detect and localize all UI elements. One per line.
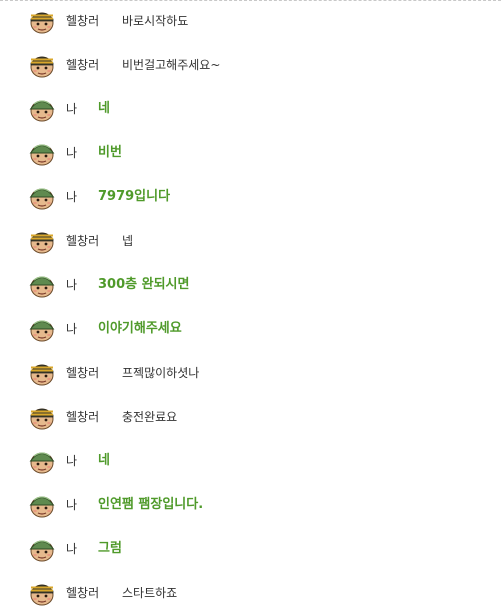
- sender-name: 나: [66, 146, 78, 160]
- chat-message: 나 300층 완되시면: [0, 264, 501, 308]
- message-text: 300층 완되시면: [98, 277, 190, 292]
- chat-log: 헬창러 바로시작하됴 헬창러 비번걸고해주세요~ 나 네 나 비번 나 7979입니다 헬창러 넵 나 3…: [0, 0, 501, 616]
- chat-message: 나 그럼: [0, 528, 501, 572]
- chat-message: 헬창러 프젝많이하셧나: [0, 352, 501, 396]
- sender-name: 헬창러: [66, 14, 100, 28]
- message-text: 바로시작하됴: [122, 14, 189, 28]
- sender-name: 헬창러: [66, 58, 100, 72]
- sender-name: 나: [66, 278, 78, 292]
- message-text: 충전완료요: [122, 410, 178, 424]
- sender-name: 나: [66, 542, 78, 556]
- message-text: 비번: [98, 145, 122, 160]
- message-text: 비번걸고해주세요~: [122, 58, 221, 72]
- soldier-striped-cap-icon: [29, 360, 55, 386]
- soldier-striped-cap-icon: [29, 580, 55, 606]
- soldier-green-helmet-icon: [29, 272, 55, 298]
- chat-message: 나 인연팸 팸장입니다.: [0, 484, 501, 528]
- sender-name: 헬창러: [66, 410, 100, 424]
- chat-message: 나네: [0, 88, 501, 132]
- soldier-striped-cap-icon: [29, 8, 55, 34]
- soldier-green-helmet-icon: [29, 96, 55, 122]
- sender-name: 헬창러: [66, 586, 100, 600]
- soldier-green-helmet-icon: [29, 536, 55, 562]
- sender-name: 나: [66, 322, 78, 336]
- sender-name: 나: [66, 102, 78, 116]
- sender-name: 나: [66, 498, 78, 512]
- sender-name: 헬창러: [66, 234, 100, 248]
- chat-message: 나 이야기해주세요: [0, 308, 501, 352]
- message-text: 이야기해주세요: [98, 321, 182, 336]
- chat-message: 나 비번: [0, 132, 501, 176]
- chat-message: 나 7979입니다: [0, 176, 501, 220]
- soldier-green-helmet-icon: [29, 184, 55, 210]
- sender-name: 헬창러: [66, 366, 100, 380]
- soldier-green-helmet-icon: [29, 140, 55, 166]
- soldier-striped-cap-icon: [29, 228, 55, 254]
- message-text: 스타트하죠: [122, 586, 178, 600]
- message-text: 그럼: [98, 541, 122, 556]
- message-text: 프젝많이하셧나: [122, 366, 200, 380]
- soldier-green-helmet-icon: [29, 448, 55, 474]
- message-text: 인연팸 팸장입니다.: [98, 497, 204, 512]
- soldier-striped-cap-icon: [29, 52, 55, 78]
- soldier-striped-cap-icon: [29, 404, 55, 430]
- message-text: 네: [98, 453, 110, 468]
- message-text: 네: [98, 101, 110, 116]
- sender-name: 나: [66, 454, 78, 468]
- message-text: 7979입니다: [98, 189, 171, 204]
- chat-message: 헬창러 비번걸고해주세요~: [0, 44, 501, 88]
- chat-message: 헬창러 스타트하죠: [0, 572, 501, 616]
- message-text: 넵: [122, 234, 134, 248]
- chat-message: 헬창러 넵: [0, 220, 501, 264]
- chat-message: 헬창러 바로시작하됴: [0, 0, 501, 44]
- soldier-green-helmet-icon: [29, 492, 55, 518]
- sender-name: 나: [66, 190, 78, 204]
- chat-message: 헬창러 충전완료요: [0, 396, 501, 440]
- soldier-green-helmet-icon: [29, 316, 55, 342]
- chat-message: 나네: [0, 440, 501, 484]
